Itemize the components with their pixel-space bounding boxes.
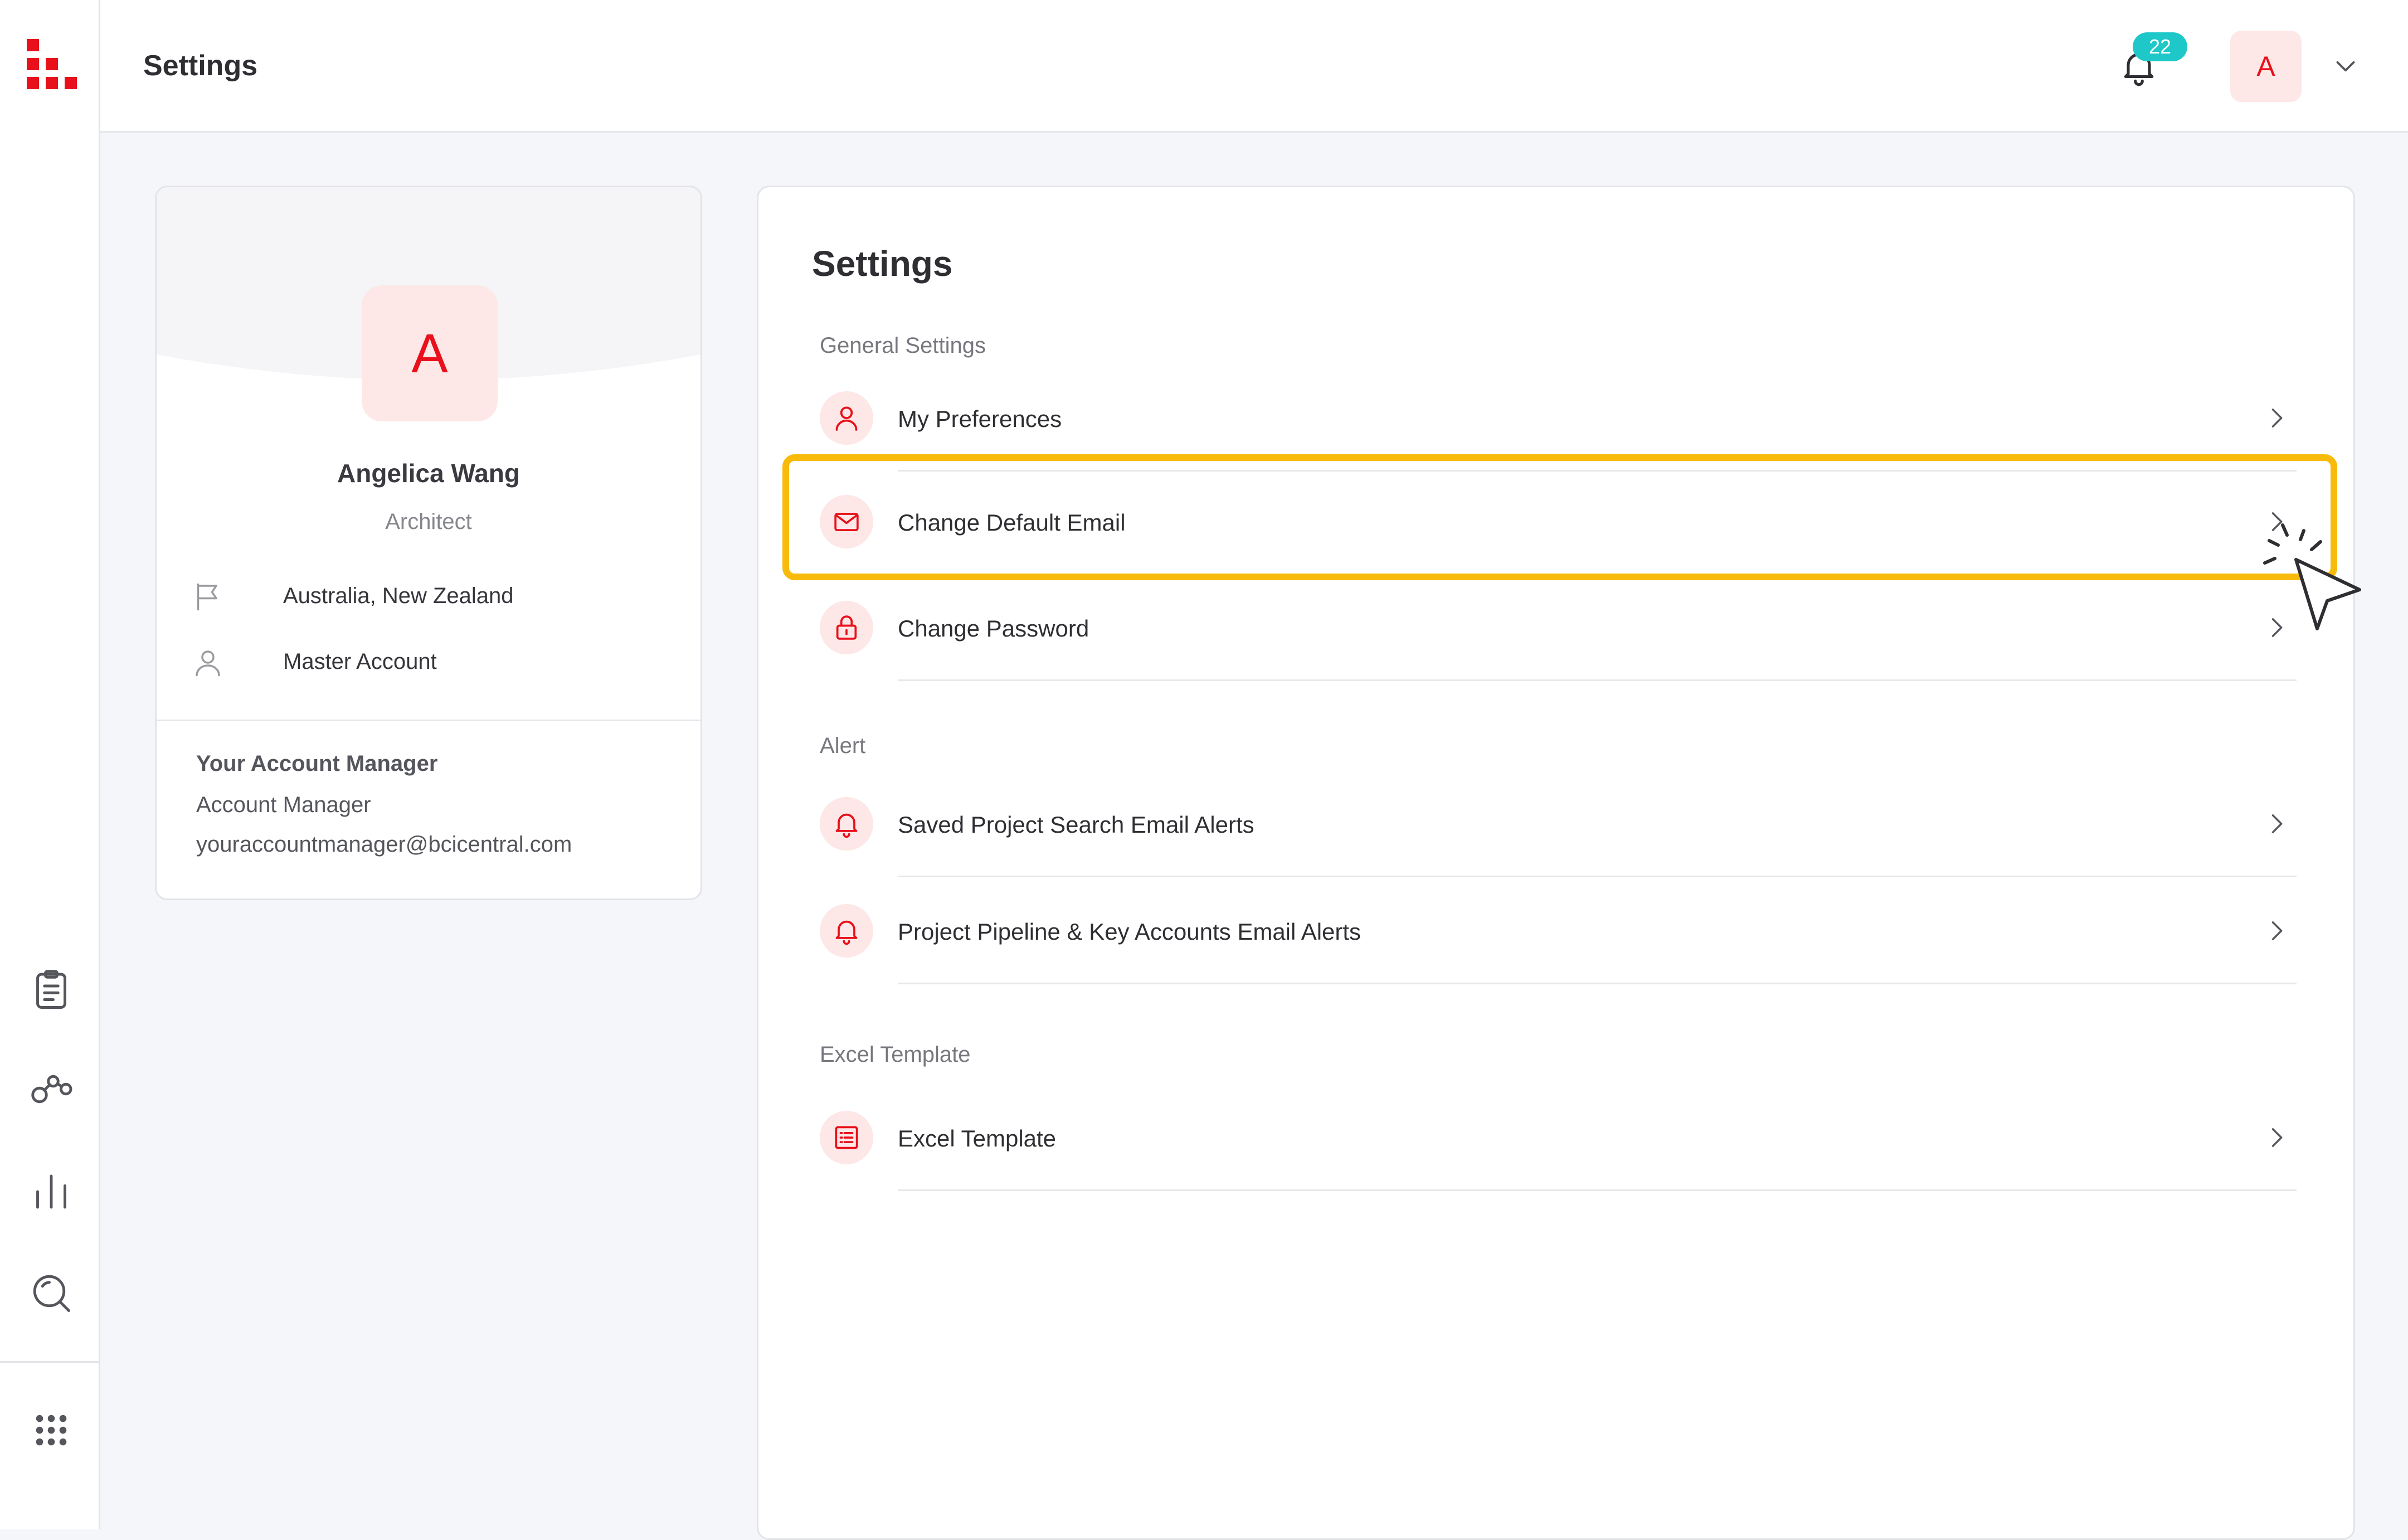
chevron-right-icon [2271, 1128, 2283, 1147]
bell-icon [835, 813, 858, 838]
bell-icon [835, 920, 858, 945]
settings-item-saved-search-alerts[interactable]: Saved Project Search Email Alerts [820, 770, 2297, 877]
notification-count-badge[interactable]: 22 [2133, 32, 2187, 61]
settings-item-change-password[interactable]: Change Password [820, 574, 2297, 681]
bell-icon-bg [820, 904, 873, 958]
settings-item-label: Saved Project Search Email Alerts [898, 812, 1254, 838]
row-divider [898, 1189, 2297, 1191]
network-icon[interactable] [28, 1066, 75, 1113]
settings-panel: Settings General Settings My Preferences… [757, 186, 2355, 1540]
user-avatar[interactable]: A [2230, 31, 2302, 102]
chevron-down-icon[interactable] [2329, 50, 2362, 82]
profile-name: Angelica Wang [337, 459, 520, 488]
account-manager-heading: Your Account Manager [196, 751, 438, 776]
section-label-general: General Settings [820, 333, 986, 358]
bar-chart-icon[interactable] [28, 1168, 75, 1215]
profile-avatar: A [362, 285, 498, 421]
list-icon [835, 1126, 858, 1149]
chevron-right-icon [2271, 409, 2283, 427]
account-manager-email[interactable]: youraccountmanager@bcicentral.com [196, 832, 572, 857]
settings-item-pipeline-alerts[interactable]: Project Pipeline & Key Accounts Email Al… [820, 877, 2297, 984]
chevron-right-icon [2271, 814, 2283, 833]
list-icon-bg [820, 1111, 873, 1164]
chevron-right-icon [2271, 921, 2283, 940]
lock-icon-bg [820, 601, 873, 654]
profile-divider [157, 720, 700, 721]
left-rail [0, 0, 100, 1529]
settings-item-label: Excel Template [898, 1125, 1057, 1152]
page-title: Settings [143, 50, 258, 82]
cursor-pointer-icon [2263, 523, 2361, 630]
settings-item-label: My Preferences [898, 406, 1062, 432]
profile-role: Architect [385, 509, 472, 534]
search-icon[interactable] [28, 1270, 75, 1316]
user-icon-bg [820, 391, 873, 445]
section-label-alert: Alert [820, 733, 866, 758]
grid-dots-icon[interactable] [28, 1407, 75, 1454]
highlight-box [782, 454, 2337, 580]
top-header: Settings 22 A [100, 0, 2408, 133]
bell-icon-bg [820, 797, 873, 851]
section-label-excel: Excel Template [820, 1042, 971, 1067]
row-divider [898, 679, 2297, 681]
clipboard-icon[interactable] [28, 966, 75, 1013]
profile-region: Australia, New Zealand [283, 584, 514, 608]
settings-item-label: Project Pipeline & Key Accounts Email Al… [898, 919, 1361, 945]
rail-divider [0, 1361, 100, 1363]
settings-title: Settings [812, 244, 953, 284]
settings-item-label: Change Password [898, 615, 1089, 642]
profile-account-type: Master Account [283, 649, 437, 674]
lock-icon [836, 615, 857, 640]
app-logo-icon[interactable] [25, 37, 80, 93]
row-divider [898, 983, 2297, 984]
account-manager-name: Account Manager [196, 793, 371, 817]
user-icon [835, 406, 858, 431]
settings-item-excel-template[interactable]: Excel Template [820, 1084, 2297, 1191]
profile-card: A Angelica Wang Architect Australia, New… [155, 186, 702, 900]
person-icon [196, 650, 220, 677]
flag-icon [197, 583, 217, 611]
